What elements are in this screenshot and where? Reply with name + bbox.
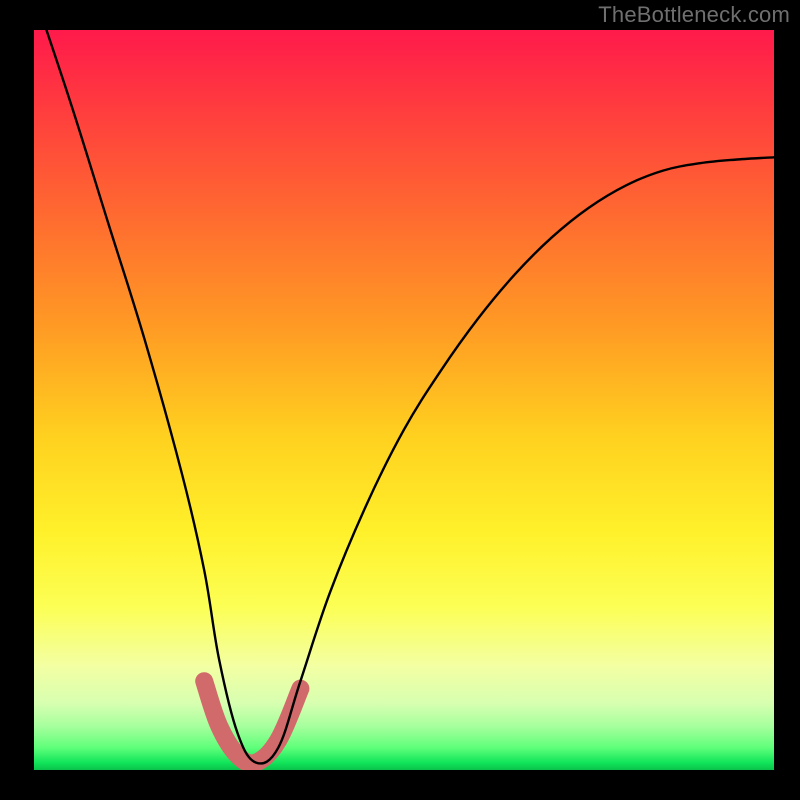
plot-area bbox=[34, 30, 774, 770]
curve-layer bbox=[34, 30, 774, 770]
optimal-zone-highlight bbox=[204, 681, 300, 763]
watermark-text: TheBottleneck.com bbox=[598, 2, 790, 28]
chart-frame: TheBottleneck.com bbox=[0, 0, 800, 800]
bottleneck-curve bbox=[34, 30, 774, 763]
